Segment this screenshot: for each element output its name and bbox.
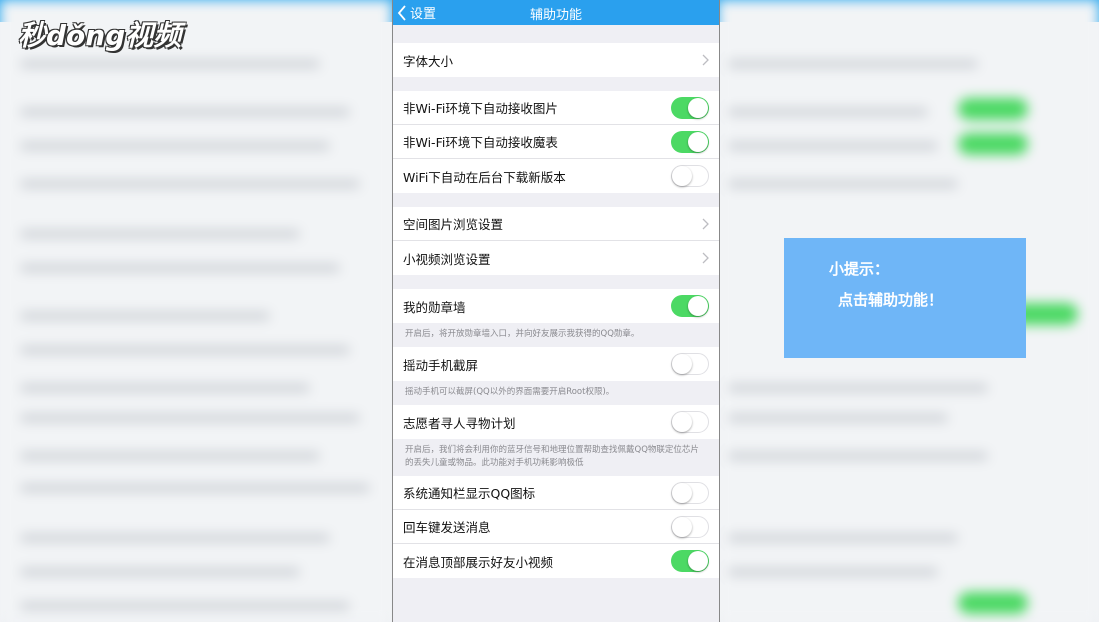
tip-text: 点击辅助功能！ bbox=[838, 291, 944, 309]
row-volunteer: 志愿者寻人寻物计划 bbox=[393, 405, 719, 439]
row-label: 非Wi-Fi环境下自动接收魔表 bbox=[403, 135, 558, 150]
medal-note: 开启后，将开放勋章墙入口，并向好友展示我获得的QQ勋章。 bbox=[405, 329, 640, 339]
row-enter-send: 回车键发送消息 bbox=[393, 510, 719, 544]
row-label: 非Wi-Fi环境下自动接收图片 bbox=[403, 101, 558, 116]
toggle-friend-video[interactable] bbox=[671, 550, 709, 572]
toggle-wifi-download[interactable] bbox=[671, 165, 709, 187]
row-medal-wall: 我的勋章墙 bbox=[393, 289, 719, 323]
volunteer-note: 开启后，我们将会利用你的蓝牙信号和地理位置帮助查找佩戴QQ物联定位芯片的丢失儿童… bbox=[405, 445, 699, 468]
toggle-nonwifi-images[interactable] bbox=[671, 96, 709, 119]
toggle-nonwifi-magic[interactable] bbox=[671, 130, 709, 153]
row-wifi-download: WiFi下自动在后台下载新版本 bbox=[393, 159, 719, 193]
tip-title: 小提示： bbox=[829, 260, 890, 278]
row-shake-screenshot: 摇动手机截屏 bbox=[393, 347, 719, 381]
toggle-medal-wall[interactable] bbox=[671, 295, 709, 317]
row-label: 系统通知栏显示QQ图标 bbox=[403, 486, 536, 501]
row-notif-icon: 系统通知栏显示QQ图标 bbox=[393, 476, 719, 510]
tip-box: 小提示： 点击辅助功能！ bbox=[784, 238, 1026, 358]
shake-note: 摇动手机可以截屏(QQ以外的界面需要开启Root权限)。 bbox=[405, 387, 615, 397]
row-label: 字体大小 bbox=[403, 53, 454, 69]
row-short-video[interactable]: 小视频浏览设置 bbox=[393, 241, 719, 275]
toggle-volunteer[interactable] bbox=[671, 411, 709, 433]
page-title: 辅助功能 bbox=[529, 8, 582, 23]
row-label: 小视频浏览设置 bbox=[403, 251, 491, 267]
toggle-shake-screenshot[interactable] bbox=[671, 353, 709, 375]
row-nonwifi-images: 非Wi-Fi环境下自动接收图片 bbox=[393, 91, 719, 125]
toggle-enter-send[interactable] bbox=[671, 515, 709, 538]
row-friend-video: 在消息顶部展示好友小视频 bbox=[393, 544, 719, 578]
chevron-right-icon bbox=[702, 252, 709, 264]
row-label: 摇动手机截屏 bbox=[403, 357, 479, 373]
nav-bar: 设置 辅助功能 bbox=[393, 0, 719, 25]
background-left-blur bbox=[0, 0, 392, 622]
chevron-right-icon bbox=[702, 218, 709, 230]
row-label: 空间图片浏览设置 bbox=[403, 217, 504, 232]
toggle-notif-icon[interactable] bbox=[671, 481, 709, 504]
row-space-photo[interactable]: 空间图片浏览设置 bbox=[393, 207, 719, 241]
row-label: 志愿者寻人寻物计划 bbox=[403, 415, 516, 431]
row-font-size[interactable]: 字体大小 bbox=[393, 43, 719, 77]
row-nonwifi-magic: 非Wi-Fi环境下自动接收魔表 bbox=[393, 125, 719, 159]
chevron-right-icon bbox=[702, 54, 709, 66]
phone-screen: 设置 辅助功能 字体大小 非Wi-Fi环境下自动接收图片 非Wi-Fi环境下自动… bbox=[392, 0, 720, 622]
row-label: WiFi下自动在后台下载新版本 bbox=[403, 169, 566, 185]
row-label: 我的勋章墙 bbox=[403, 299, 466, 315]
row-label: 回车键发送消息 bbox=[403, 520, 491, 535]
watermark-logo: 秒dǒng视频 bbox=[18, 19, 182, 52]
row-label: 在消息顶部展示好友小视频 bbox=[403, 554, 554, 570]
